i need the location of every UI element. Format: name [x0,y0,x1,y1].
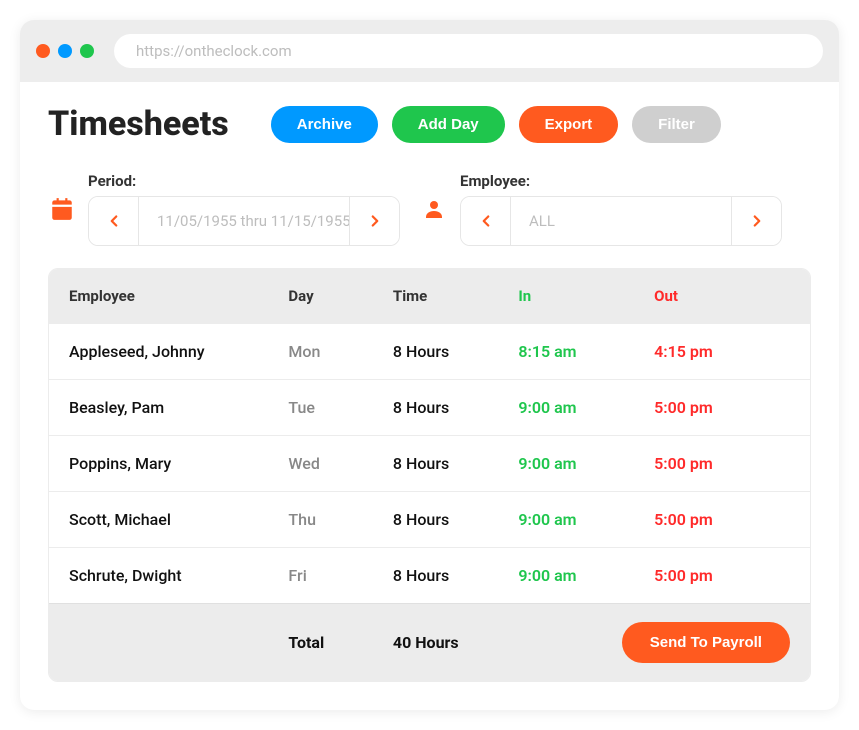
table-row[interactable]: Poppins, MaryWed8 Hours9:00 am5:00 pm [49,435,810,491]
browser-chrome: https://ontheclock.com [20,20,839,82]
cell-in: 9:00 am [518,510,654,529]
cell-time: 8 Hours [393,454,518,473]
url-bar[interactable]: https://ontheclock.com [114,34,823,68]
filter-button[interactable]: Filter [632,106,721,143]
th-time: Time [393,287,518,305]
chevron-left-icon [105,212,123,230]
period-prev-button[interactable] [89,197,139,245]
cell-out: 5:00 pm [654,566,790,585]
th-employee: Employee [69,287,288,305]
table-footer-row: Total 40 Hours Send To Payroll [49,603,810,681]
cell-out: 4:15 pm [654,342,790,361]
cell-employee: Beasley, Pam [69,398,288,417]
page-title: Timesheets [48,104,229,144]
total-value: 40 Hours [393,633,518,652]
cell-in: 9:00 am [518,398,654,417]
cell-day: Tue [288,398,393,417]
cell-time: 8 Hours [393,342,518,361]
total-label: Total [288,633,393,652]
cell-employee: Scott, Michael [69,510,288,529]
window-close-dot[interactable] [36,44,50,58]
add-day-button[interactable]: Add Day [392,106,505,143]
window-controls [36,44,94,58]
window-maximize-dot[interactable] [80,44,94,58]
chevron-right-icon [748,212,766,230]
cell-time: 8 Hours [393,398,518,417]
cell-employee: Appleseed, Johnny [69,342,288,361]
content-area: Timesheets Archive Add Day Export Filter… [20,82,839,710]
cell-employee: Schrute, Dwight [69,566,288,585]
browser-window: https://ontheclock.com Timesheets Archiv… [20,20,839,710]
cell-in: 9:00 am [518,454,654,473]
table-header-row: Employee Day Time In Out [49,269,810,323]
archive-button[interactable]: Archive [271,106,378,143]
cell-day: Thu [288,510,393,529]
chevron-left-icon [477,212,495,230]
th-day: Day [288,287,393,305]
timesheet-table: Employee Day Time In Out Appleseed, John… [48,268,811,682]
chevron-right-icon [366,212,384,230]
table-body: Appleseed, JohnnyMon8 Hours8:15 am4:15 p… [49,323,810,603]
cell-out: 5:00 pm [654,510,790,529]
employee-selector: Employee: ALL [420,172,782,246]
cell-out: 5:00 pm [654,454,790,473]
period-next-button[interactable] [349,197,399,245]
period-value[interactable]: 11/05/1955 thru 11/15/1955 [139,197,349,245]
employee-label: Employee: [460,172,782,190]
period-select-box: 11/05/1955 thru 11/15/1955 [88,196,400,246]
cell-in: 8:15 am [518,342,654,361]
employee-value[interactable]: ALL [511,197,731,245]
employee-next-button[interactable] [731,197,781,245]
cell-day: Wed [288,454,393,473]
cell-time: 8 Hours [393,566,518,585]
window-minimize-dot[interactable] [58,44,72,58]
export-button[interactable]: Export [519,106,619,143]
cell-out: 5:00 pm [654,398,790,417]
cell-day: Mon [288,342,393,361]
cell-employee: Poppins, Mary [69,454,288,473]
selectors-row: Period: 11/05/1955 thru 11/15/1955 [48,172,811,246]
calendar-icon [48,195,76,223]
send-to-payroll-button[interactable]: Send To Payroll [622,622,790,663]
table-row[interactable]: Beasley, PamTue8 Hours9:00 am5:00 pm [49,379,810,435]
table-row[interactable]: Schrute, DwightFri8 Hours9:00 am5:00 pm [49,547,810,603]
person-icon [420,195,448,223]
cell-day: Fri [288,566,393,585]
employee-prev-button[interactable] [461,197,511,245]
cell-in: 9:00 am [518,566,654,585]
th-in: In [518,287,654,305]
period-label: Period: [88,172,400,190]
period-selector: Period: 11/05/1955 thru 11/15/1955 [48,172,400,246]
employee-select-box: ALL [460,196,782,246]
header: Timesheets Archive Add Day Export Filter [48,104,811,144]
table-row[interactable]: Scott, MichaelThu8 Hours9:00 am5:00 pm [49,491,810,547]
th-out: Out [654,287,790,305]
cell-time: 8 Hours [393,510,518,529]
table-row[interactable]: Appleseed, JohnnyMon8 Hours8:15 am4:15 p… [49,323,810,379]
